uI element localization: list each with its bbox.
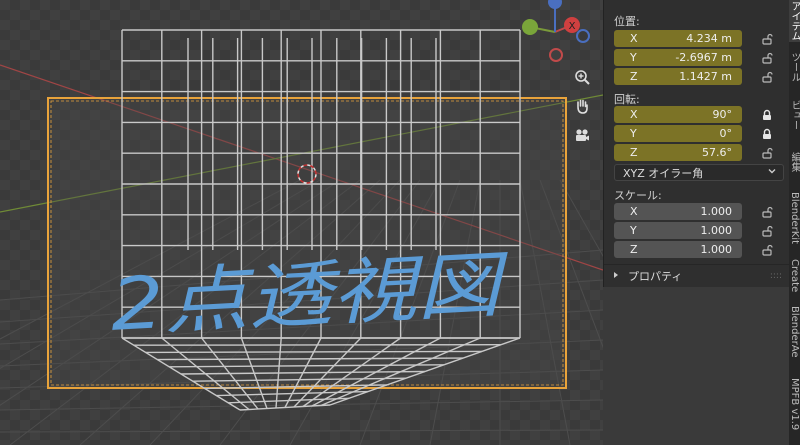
blender-window: 2点透視図 X 位置: X 4.234 m Y -2.6967 m Z 1.14…: [0, 0, 800, 445]
lock-closed-icon[interactable]: [760, 127, 774, 141]
location-y-field[interactable]: Y -2.6967 m: [614, 49, 742, 66]
hand-icon[interactable]: [571, 95, 593, 117]
chevron-right-icon: [612, 269, 620, 282]
tab-label: 編集: [789, 152, 800, 172]
zoom-icon[interactable]: [571, 66, 593, 88]
y-axis-handle[interactable]: [522, 19, 538, 35]
rotation-mode-value: XYZ オイラー角: [623, 166, 704, 180]
scale-y-field[interactable]: Y 1.000: [614, 222, 742, 239]
tab-label: ツール: [789, 52, 800, 82]
field-axis-label: Y: [630, 224, 637, 237]
chevron-down-icon: [767, 166, 777, 179]
properties-section-toggle[interactable]: プロパティ ::::: [604, 264, 790, 286]
field-value: 4.234 m: [686, 32, 732, 45]
lock-open-icon[interactable]: [760, 146, 774, 160]
field-value: 1.000: [700, 243, 733, 256]
field-axis-label: Z: [630, 70, 638, 83]
lock-open-icon[interactable]: [760, 32, 774, 46]
tab-label: ビュー: [789, 100, 800, 130]
rotation-z-field[interactable]: Z 57.6°: [614, 144, 742, 161]
rotation-title: 回転:: [614, 93, 640, 106]
field-value: 1.1427 m: [679, 70, 732, 83]
properties-label: プロパティ: [628, 269, 683, 283]
field-axis-label: Y: [630, 127, 637, 140]
viewport-scene: 2点透視図 X: [0, 0, 603, 445]
lock-open-icon[interactable]: [760, 205, 774, 219]
field-axis-label: Z: [630, 146, 638, 159]
field-value: -2.6967 m: [675, 51, 732, 64]
rotation-x-field[interactable]: X 90°: [614, 106, 742, 123]
field-value: 1.000: [700, 205, 733, 218]
lock-open-icon[interactable]: [760, 70, 774, 84]
location-title: 位置:: [614, 15, 640, 28]
field-value: 90°: [712, 108, 733, 121]
tab-label: Create: [789, 259, 800, 293]
lock-open-icon[interactable]: [760, 243, 774, 257]
field-value: 0°: [719, 127, 733, 140]
tab-label: アイテム: [789, 1, 800, 41]
tab-tool[interactable]: ツール: [789, 44, 800, 90]
tab-blenderae[interactable]: BlenderAe: [789, 302, 800, 362]
field-value: 1.000: [700, 224, 733, 237]
field-axis-label: X: [630, 32, 638, 45]
x-axis-label: X: [569, 21, 576, 32]
field-axis-label: X: [630, 108, 638, 121]
lock-closed-icon[interactable]: [760, 108, 774, 122]
tab-blenderkit[interactable]: BlenderKit: [789, 186, 800, 250]
scale-title: スケール:: [614, 189, 662, 202]
drag-handle-icon[interactable]: ::::: [770, 271, 782, 281]
scale-x-field[interactable]: X 1.000: [614, 203, 742, 220]
field-axis-label: X: [630, 205, 638, 218]
sidebar-n-panel: 位置: X 4.234 m Y -2.6967 m Z 1.1427 m 回転: X 9…: [603, 0, 790, 287]
sidebar-tab-strip: アイテム ツール ビュー 編集 BlenderKit Create Blende…: [789, 0, 800, 445]
field-axis-label: Z: [630, 243, 638, 256]
scale-z-field[interactable]: Z 1.000: [614, 241, 742, 258]
field-value: 57.6°: [702, 146, 732, 159]
tab-item[interactable]: アイテム: [789, 0, 800, 42]
lock-open-icon[interactable]: [760, 51, 774, 65]
tab-view[interactable]: ビュー: [789, 92, 800, 138]
rotation-y-field[interactable]: Y 0°: [614, 125, 742, 142]
tab-label: BlenderAe: [789, 306, 800, 358]
tab-create[interactable]: Create: [789, 252, 800, 300]
tab-label: MPFB v1.9: [789, 378, 800, 431]
camera-icon[interactable]: [571, 124, 593, 146]
tab-edit[interactable]: 編集: [789, 140, 800, 184]
location-z-field[interactable]: Z 1.1427 m: [614, 68, 742, 85]
tab-mpfb[interactable]: MPFB v1.9: [789, 364, 800, 445]
field-axis-label: Y: [630, 51, 637, 64]
lock-open-icon[interactable]: [760, 224, 774, 238]
location-x-field[interactable]: X 4.234 m: [614, 30, 742, 47]
rotation-mode-dropdown[interactable]: XYZ オイラー角: [614, 164, 784, 181]
tab-label: BlenderKit: [789, 192, 800, 244]
